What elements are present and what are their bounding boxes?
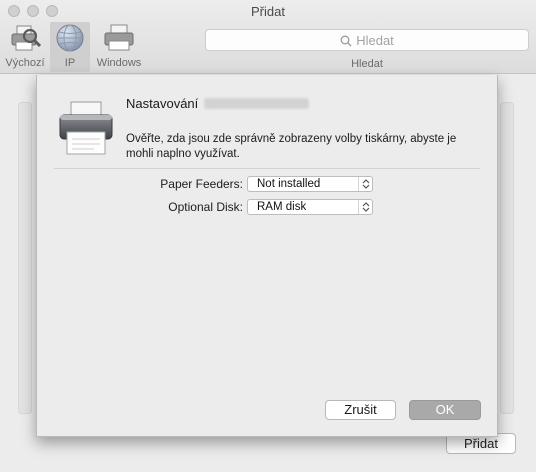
optional-disk-label: Optional Disk: [168,200,243,214]
sheet-title-text: Nastavování [126,96,199,111]
printer-icon [59,101,113,155]
background-panel-right [500,102,514,414]
title-toolbar: Přidat Výchozí IP Windows Hledat Hledat [0,0,536,74]
toolbar-ip-button[interactable]: IP [50,22,90,72]
redacted-printer-name [204,98,310,109]
toolbar-default-button[interactable]: Výchozí [2,22,48,72]
search-field[interactable]: Hledat [205,29,529,51]
paper-feeders-label: Paper Feeders: [160,177,243,191]
ok-button[interactable]: OK [409,400,481,420]
sheet-description: Ověřte, zda jsou zde správně zobrazeny v… [126,133,457,160]
paper-feeders-value: Not installed [257,178,321,190]
search-icon [340,35,352,47]
updown-arrows-icon [358,177,372,191]
updown-arrows-icon [358,200,372,214]
optional-disk-popup[interactable]: RAM disk [247,199,373,215]
cancel-button[interactable]: Zrušit [325,400,396,420]
toolbar-ip-label: IP [64,57,76,69]
search-placeholder: Hledat [356,33,394,48]
toolbar-windows-label: Windows [96,57,142,69]
add-printer-window: Přidat Výchozí IP Windows Hledat Hledat … [0,0,536,472]
toolbar-windows-button[interactable]: Windows [92,22,146,72]
toolbar-default-label: Výchozí [5,57,45,69]
paper-feeders-popup[interactable]: Not installed [247,176,373,192]
search-caption: Hledat [351,58,383,70]
optional-disk-value: RAM disk [257,201,307,213]
sheet-title: Nastavování [126,96,310,111]
default-printer-icon [2,22,48,54]
divider [54,168,480,169]
background-panel-left [18,102,32,414]
printer-setup-sheet: Nastavování Ověřte, zda jsou zde správně… [36,75,498,437]
ip-globe-icon [50,22,90,54]
windows-printer-icon [92,22,146,54]
window-title: Přidat [251,4,285,19]
